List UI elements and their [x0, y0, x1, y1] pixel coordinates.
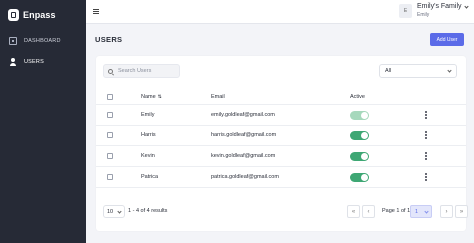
user-email: kevin.goldleaf@gmail.com [211, 153, 276, 159]
topbar: E Emily's Family Emily [86, 0, 474, 24]
user-name: Kevin [141, 153, 155, 159]
user-email: harris.goldleaf@gmail.com [211, 132, 277, 138]
column-header-active: Active [350, 90, 365, 104]
column-header-email: Email [211, 90, 225, 104]
active-toggle[interactable] [350, 111, 369, 120]
select-all-checkbox[interactable] [107, 94, 113, 100]
sidebar-item-label: DASHBOARD [24, 38, 61, 44]
divider [96, 125, 466, 126]
per-page-select[interactable]: 10 [103, 205, 125, 218]
user-email: emily.goldleaf@gmail.com [211, 112, 275, 118]
chevron-down-icon [117, 209, 122, 214]
add-user-button[interactable]: Add User [430, 33, 464, 46]
menu-icon[interactable] [93, 9, 99, 14]
chevron-down-icon [447, 68, 452, 73]
sidebar: Enpass DASHBOARD USERS [0, 0, 86, 243]
dashboard-icon [9, 37, 17, 45]
more-options-icon[interactable] [425, 152, 427, 160]
active-toggle[interactable] [350, 131, 369, 140]
active-toggle[interactable] [350, 152, 369, 161]
user-name: Harris [141, 132, 156, 138]
column-header-label: Email [211, 94, 225, 100]
brand-name: Enpass [23, 10, 56, 20]
sidebar-item-dashboard[interactable]: DASHBOARD [0, 32, 86, 50]
more-options-icon[interactable] [425, 131, 427, 139]
last-page-button[interactable]: » [455, 205, 468, 218]
divider [96, 145, 466, 146]
sidebar-item-label: USERS [24, 59, 44, 65]
row-checkbox[interactable] [107, 112, 113, 118]
search-input[interactable] [118, 68, 178, 74]
page-label: Page 1 of 1 [382, 208, 411, 214]
row-checkbox[interactable] [107, 153, 113, 159]
row-checkbox[interactable] [107, 132, 113, 138]
user-email: patrica.goldleaf@gmail.com [211, 174, 279, 180]
enpass-logo-icon [8, 9, 19, 21]
first-page-button[interactable]: « [347, 205, 360, 218]
account-user: Emily [417, 12, 430, 18]
row-checkbox[interactable] [107, 174, 113, 180]
users-icon [9, 58, 17, 66]
search-box[interactable] [103, 64, 180, 78]
toggle-knob [361, 132, 368, 139]
chevron-down-icon [424, 209, 429, 214]
divider [96, 187, 466, 188]
user-name: Emily [141, 112, 155, 118]
results-count: 1 - 4 of 4 results [128, 208, 168, 214]
user-name: Patrica [141, 174, 159, 180]
toggle-knob [361, 112, 368, 119]
toggle-knob [361, 153, 368, 160]
toggle-knob [361, 174, 368, 181]
page-select[interactable]: 1 [410, 205, 432, 218]
divider [96, 166, 466, 167]
column-header-label: Active [350, 94, 365, 100]
brand[interactable]: Enpass [8, 8, 56, 22]
filter-selected-value: All [385, 68, 392, 74]
chevron-down-icon[interactable] [464, 4, 469, 9]
column-header-name[interactable]: Name ⇅ [141, 90, 162, 104]
page-title: USERS [95, 35, 123, 44]
sidebar-item-users[interactable]: USERS [0, 53, 86, 71]
status-filter-select[interactable]: All [379, 64, 457, 78]
column-header-label: Name [141, 94, 156, 100]
more-options-icon[interactable] [425, 111, 427, 119]
account-name[interactable]: Emily's Family [417, 3, 462, 10]
active-toggle[interactable] [350, 173, 369, 182]
next-page-button[interactable]: › [440, 205, 453, 218]
sort-icon[interactable]: ⇅ [158, 94, 162, 100]
prev-page-button[interactable]: ‹ [362, 205, 375, 218]
current-page: 1 [415, 208, 419, 215]
search-icon [108, 68, 113, 74]
divider [96, 104, 466, 105]
per-page-value: 10 [107, 208, 114, 215]
more-options-icon[interactable] [425, 173, 427, 181]
avatar[interactable]: E [399, 4, 412, 18]
